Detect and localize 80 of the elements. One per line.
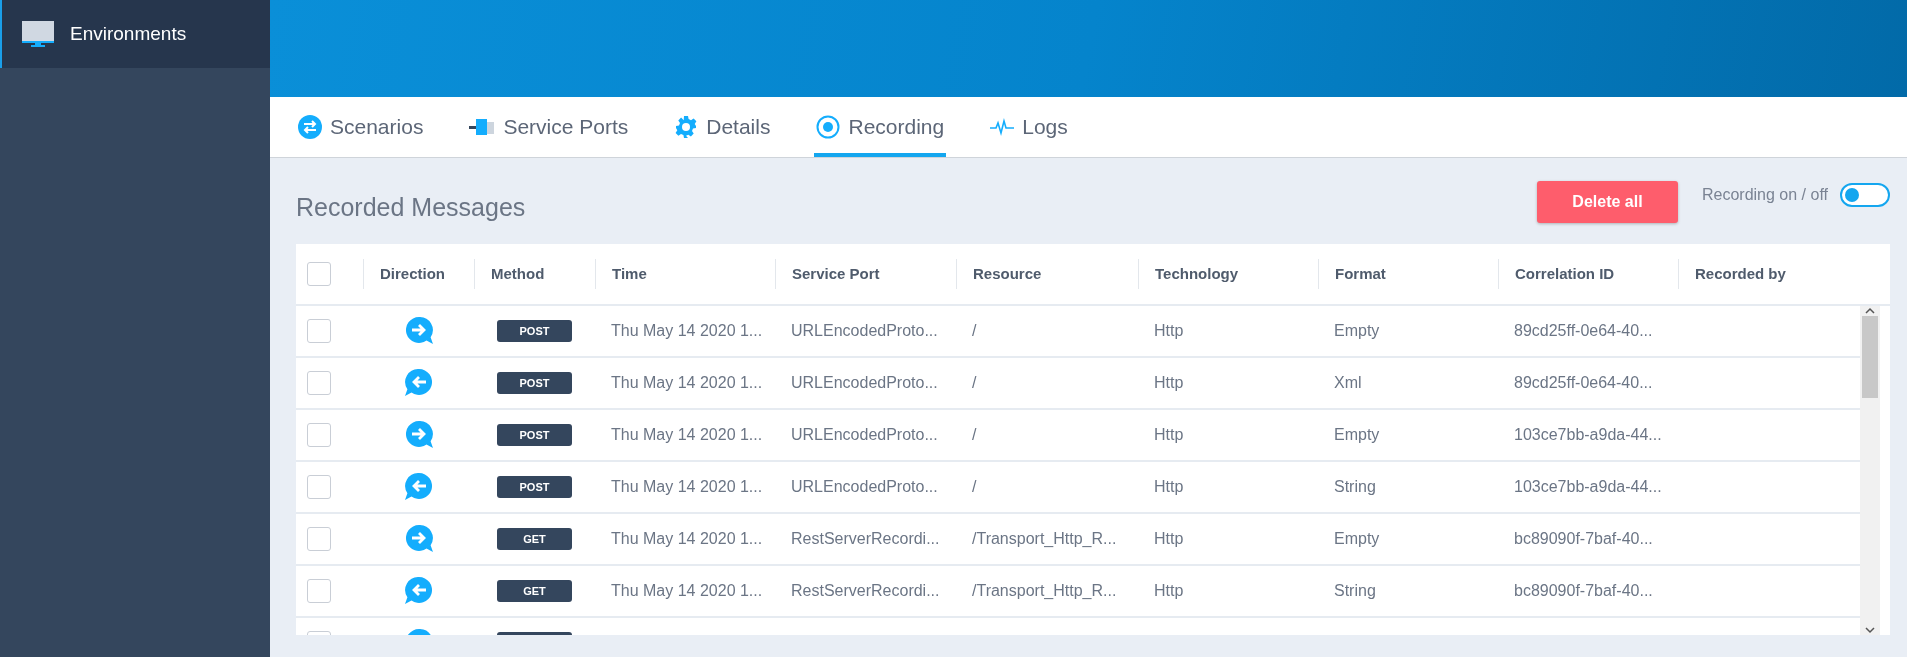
table-cell-text: Http [1153, 582, 1185, 600]
table-cell-text: 89cd25ff-0e64-40... [1513, 322, 1654, 340]
column-header[interactable]: Direction [363, 259, 474, 289]
column-header[interactable]: Recorded by [1678, 259, 1848, 289]
row-checkbox[interactable] [307, 475, 331, 499]
row-checkbox[interactable] [307, 319, 331, 343]
recording-toggle[interactable] [1840, 183, 1890, 207]
monitor-icon [22, 21, 54, 47]
tab[interactable]: Scenarios [296, 101, 426, 157]
table-cell-text: Http [1153, 478, 1185, 496]
table-cell-text: / [971, 374, 978, 392]
row-checkbox[interactable] [307, 423, 331, 447]
tab[interactable]: Service Ports [467, 101, 631, 157]
pulse-line-icon [990, 117, 1015, 137]
table-cell-text: bc89090f-7baf-40... [1513, 582, 1654, 600]
scroll-down-icon[interactable] [1864, 625, 1876, 635]
table-cell-text: RestServerRecordi... [790, 530, 941, 548]
table-cell-text: Http [1153, 426, 1185, 444]
table-cell-text: Empty [1333, 322, 1381, 340]
table-cell-text: Thu May 14 2020 1... [610, 374, 764, 392]
table-cell-text: /Transport_Http_R... [971, 530, 1118, 548]
table-cell-text: Http [1153, 322, 1185, 340]
table-cell-text: 89cd25ff-0e64-40... [1513, 374, 1654, 392]
page-title: Recorded Messages [296, 191, 527, 222]
table-cell-text: URLEncodedProto... [790, 374, 939, 392]
table-cell-text: Empty [1333, 426, 1381, 444]
table-cell-text: Thu May 14 2020 1... [610, 582, 764, 600]
table-cell-text: String [1333, 582, 1377, 600]
table-cell-text: Http [1153, 374, 1185, 392]
method-tag: POST [497, 372, 572, 394]
table-cell-text: Xml [1333, 374, 1363, 392]
column-header[interactable]: Resource [956, 259, 1138, 289]
column-header[interactable]: Method [474, 259, 595, 289]
table-cell-text: Thu May 14 2020 1... [610, 322, 764, 340]
table-cell-text: bc89090f-7baf-40... [1513, 530, 1654, 548]
record-icon [816, 115, 841, 139]
table-cell-text: Empty [1333, 530, 1381, 548]
table-cell-text: /Transport_Http_R... [971, 582, 1118, 600]
tab[interactable]: Recording [814, 101, 947, 157]
method-tag: GET [497, 580, 572, 602]
incoming-arrow-bubble-icon [402, 575, 435, 607]
table-cell-text: RestServerRecordi... [790, 582, 941, 600]
row-checkbox[interactable] [307, 579, 331, 603]
method-tag: POST [497, 424, 572, 446]
tab[interactable]: Details [672, 101, 773, 157]
method-tag: GET [497, 528, 572, 550]
table-cell-text: Http [1153, 530, 1185, 548]
table-cell-text: Thu May 14 2020 1... [610, 426, 764, 444]
incoming-arrow-bubble-icon [402, 367, 435, 399]
select-all-checkbox[interactable] [307, 262, 331, 286]
row-checkbox[interactable] [307, 371, 331, 395]
swap-arrows-icon [298, 115, 322, 139]
table-cell-text: URLEncodedProto... [790, 322, 939, 340]
tab[interactable]: Logs [988, 101, 1070, 157]
table-cell-text: 103ce7bb-a9da-44... [1513, 426, 1663, 444]
incoming-arrow-bubble-icon [402, 471, 435, 503]
table-cell-text: / [971, 478, 978, 496]
row-checkbox[interactable] [307, 527, 331, 551]
table-cell-text: URLEncodedProto... [790, 478, 939, 496]
column-header[interactable]: Format [1318, 259, 1498, 289]
table-cell-text: Thu May 14 2020 1... [610, 478, 764, 496]
method-tag: POST [497, 476, 572, 498]
toggle-label: Recording on / off [1702, 186, 1828, 204]
method-tag: POST [497, 320, 572, 342]
plug-icon [469, 116, 496, 138]
column-header[interactable]: Correlation ID [1498, 259, 1678, 289]
sidebar-item[interactable]: Environments [0, 0, 270, 68]
gear-icon [674, 115, 699, 139]
table-cell-text: / [971, 322, 978, 340]
table-cell-text: URLEncodedProto... [790, 426, 939, 444]
scroll-up-icon[interactable] [1864, 306, 1876, 316]
column-header[interactable]: Service Port [775, 259, 956, 289]
table-cell-text: String [1333, 478, 1377, 496]
table-cell-text: 103ce7bb-a9da-44... [1513, 478, 1663, 496]
scrollbar-thumb[interactable] [1862, 316, 1878, 398]
scrollbar[interactable] [1860, 306, 1880, 635]
column-header[interactable]: Time [595, 259, 775, 289]
column-header[interactable]: Technology [1138, 259, 1318, 289]
table-cell-text: / [971, 426, 978, 444]
table-cell-text: Thu May 14 2020 1... [610, 530, 764, 548]
